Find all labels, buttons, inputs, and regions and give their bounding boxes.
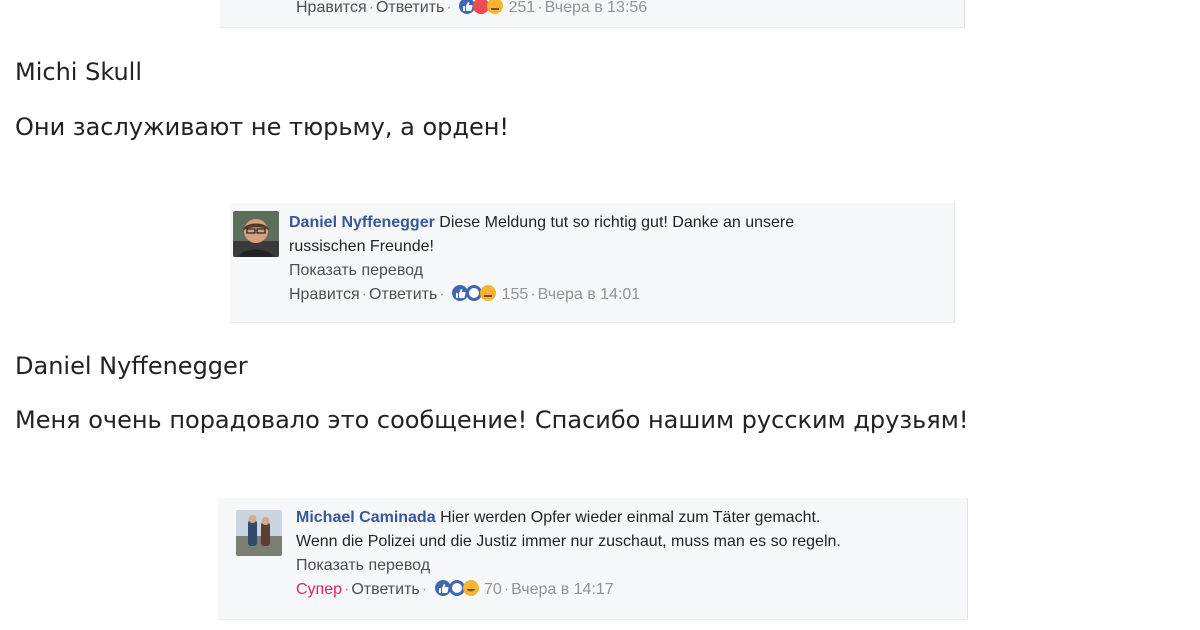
separator: · xyxy=(368,0,374,16)
reaction-icons[interactable] xyxy=(458,0,504,15)
comment-card: Michael Caminada Hier werden Opfer wiede… xyxy=(218,498,968,620)
comment-actions: Нравится · Ответить · 251 · Вчера в 13:56 xyxy=(296,0,954,20)
comment-body: Michael Caminada Hier werden Opfer wiede… xyxy=(296,506,957,602)
separator: · xyxy=(344,581,350,598)
separator: · xyxy=(361,286,367,303)
reaction-icons[interactable] xyxy=(434,579,480,597)
separator: · xyxy=(530,286,536,303)
comment-body: Daniel Nyffenegger Diese Meldung tut so … xyxy=(289,211,944,307)
comment-card: Daniel Nyffenegger Diese Meldung tut so … xyxy=(230,203,955,323)
reaction-count[interactable]: 155 xyxy=(502,286,529,303)
comment-actions: Нравится · Ответить · 155 · Вчера в 14:01 xyxy=(289,283,944,307)
comment-card: Нравится · Ответить · 251 · Вчера в 13:56 xyxy=(220,0,965,28)
comment-author[interactable]: Michael Caminada xyxy=(296,509,436,526)
angry-reaction-icon xyxy=(487,0,504,14)
separator: · xyxy=(421,581,428,598)
separator: · xyxy=(446,0,452,16)
comment-text-continued: Wenn die Polizei und die Justiz immer nu… xyxy=(296,533,841,550)
like-link[interactable]: Нравится xyxy=(289,286,360,303)
comment-text: Hier werden Opfer wieder einmal zum Täte… xyxy=(440,509,821,526)
avatar[interactable] xyxy=(236,510,282,556)
translation-author: Michi Skull xyxy=(15,58,143,86)
translation-text: Меня очень порадовало это сообщение! Спа… xyxy=(15,406,969,434)
comment-body: Нравится · Ответить · 251 · Вчера в 13:56 xyxy=(296,0,954,20)
show-translation-link[interactable]: Показать перевод xyxy=(296,554,957,578)
separator: · xyxy=(537,0,543,16)
comment-text: Diese Meldung tut so richtig gut! Danke … xyxy=(439,214,795,231)
comment-actions: Супер · Ответить · 70 · Вчера в 14:17 xyxy=(296,578,957,602)
reaction-icons[interactable] xyxy=(451,284,497,302)
comment-time[interactable]: Вчера в 14:01 xyxy=(538,286,641,303)
reply-link[interactable]: Ответить xyxy=(369,286,437,303)
reaction-count[interactable]: 251 xyxy=(509,0,536,16)
comment-time[interactable]: Вчера в 13:56 xyxy=(545,0,648,16)
translation-text: Они заслуживают не тюрьму, а орден! xyxy=(15,113,510,141)
comment-text-continued: russischen Freunde! xyxy=(289,238,434,255)
comment-time[interactable]: Вчера в 14:17 xyxy=(511,581,614,598)
avatar[interactable] xyxy=(233,211,279,257)
separator: · xyxy=(439,286,445,303)
show-translation-link[interactable]: Показать перевод xyxy=(289,259,944,283)
comment-author[interactable]: Daniel Nyffenegger xyxy=(289,214,435,231)
angry-reaction-icon xyxy=(480,285,497,301)
like-link[interactable]: Нравится xyxy=(296,0,367,16)
translation-author: Daniel Nyffenegger xyxy=(15,352,248,380)
reply-link[interactable]: Ответить xyxy=(351,581,419,598)
reply-link[interactable]: Ответить xyxy=(376,0,444,16)
separator: · xyxy=(503,581,510,598)
reaction-count[interactable]: 70 xyxy=(484,581,502,598)
haha-reaction-icon xyxy=(462,580,479,596)
super-reaction-link[interactable]: Супер xyxy=(296,581,342,598)
